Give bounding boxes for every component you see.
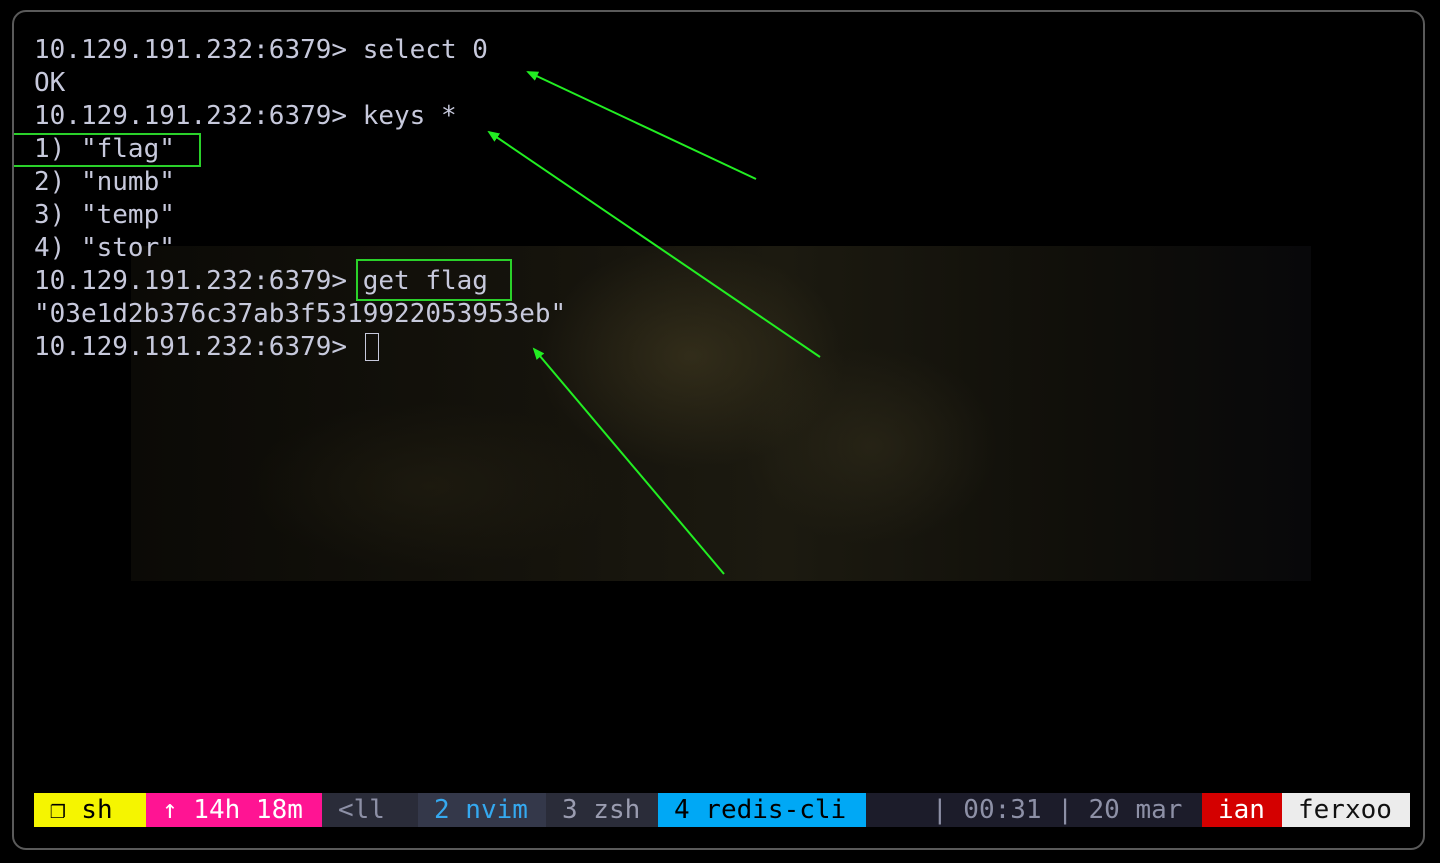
- hostname: ferxoo: [1282, 793, 1410, 827]
- terminal-line-6: 3) "temp": [34, 200, 175, 230]
- username: ian: [1202, 793, 1282, 827]
- arrow-to-select: [526, 71, 757, 180]
- window-tab-zsh[interactable]: 3 zsh: [546, 793, 658, 827]
- terminal-window: 10.129.191.232:6379> select 0 OK 10.129.…: [12, 10, 1425, 850]
- window-tab-prev[interactable]: <ll: [322, 793, 418, 827]
- highlight-box-flag-key: [14, 133, 201, 167]
- terminal-prompt-line[interactable]: 10.129.191.232:6379>: [34, 331, 379, 364]
- terminal-prompt: 10.129.191.232:6379>: [34, 332, 363, 362]
- status-spacer: [866, 793, 932, 827]
- terminal-line-3: 10.129.191.232:6379> keys *: [34, 101, 457, 131]
- terminal-line-7: 4) "stor": [34, 233, 175, 263]
- annotation-arrows: [487, 71, 821, 575]
- tmux-status-bar: ❐ sh ↑ 14h 18m <ll 2 nvim 3 zsh 4 redis-…: [34, 793, 1410, 827]
- terminal-line-2: OK: [34, 68, 66, 98]
- window-tab-redis-cli[interactable]: 4 redis-cli: [658, 793, 866, 827]
- terminal-line-9: "03e1d2b376c37ab3f5319922053953eb": [34, 299, 567, 329]
- uptime: ↑ 14h 18m: [146, 793, 322, 827]
- highlight-box-get-flag: [356, 259, 512, 301]
- arrow-to-flag-value: [532, 347, 725, 575]
- session-name: ❐ sh: [34, 793, 146, 827]
- text-cursor: [364, 333, 379, 361]
- clock-date: | 00:31 | 20 mar: [932, 793, 1202, 827]
- terminal-line-1: 10.129.191.232:6379> select 0: [34, 35, 488, 65]
- terminal-output[interactable]: 10.129.191.232:6379> select 0 OK 10.129.…: [14, 12, 1423, 848]
- window-tab-nvim[interactable]: 2 nvim: [418, 793, 546, 827]
- terminal-line-5: 2) "numb": [34, 167, 175, 197]
